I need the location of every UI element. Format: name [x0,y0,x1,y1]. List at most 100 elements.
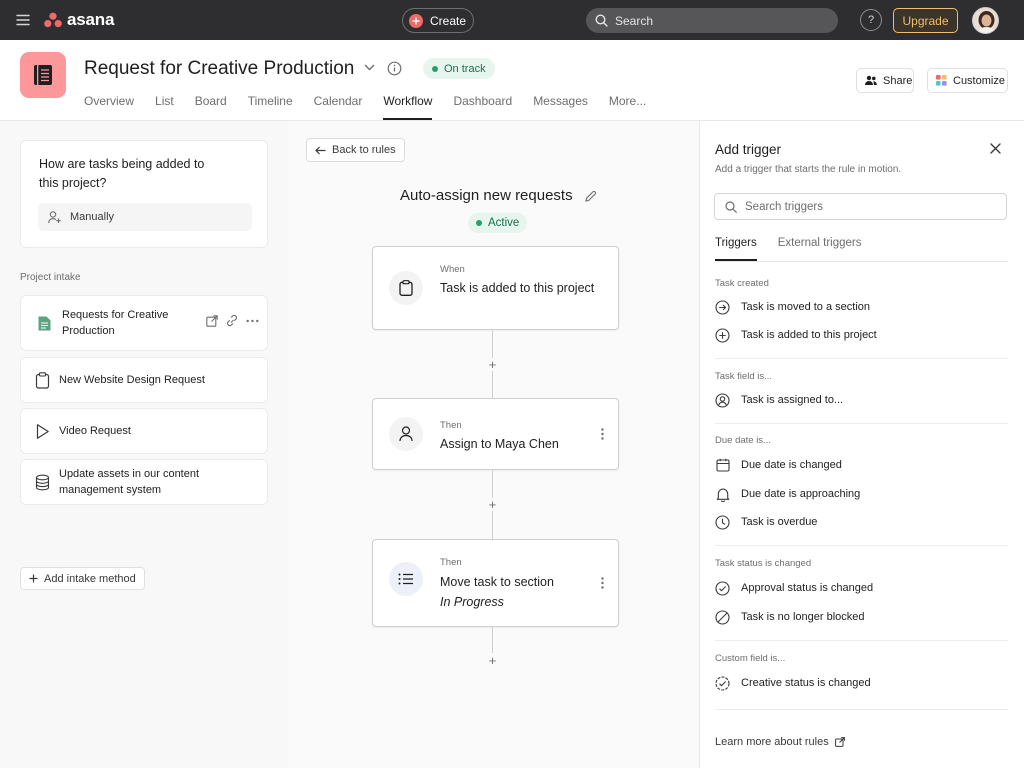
trigger-group-label: Due date is... [715,435,771,446]
panel-subtitle: Add a trigger that starts the rule in mo… [715,164,902,175]
project-status-badge[interactable]: On track [423,58,495,79]
trigger-added-to-project[interactable]: Task is added to this project [715,326,877,344]
step-kind-label: Then [440,420,462,431]
trigger-approval-status-changed[interactable]: Approval status is changed [715,579,873,597]
intake-item-website-request[interactable]: New Website Design Request [20,357,268,403]
tab-workflow[interactable]: Workflow [383,94,433,120]
tab-timeline[interactable]: Timeline [248,94,293,120]
person-add-icon [48,210,61,223]
search-label: Search [615,13,654,28]
user-avatar[interactable] [972,7,999,34]
more-horizontal-icon[interactable] [246,319,259,323]
customize-grid-icon [936,75,947,86]
pencil-icon[interactable] [584,190,597,203]
arrow-left-icon [315,146,326,154]
trigger-label: Task is added to this project [741,329,877,341]
tab-more[interactable]: More... [609,94,646,120]
group-divider [715,423,1008,424]
trigger-search-input[interactable] [745,200,985,213]
trigger-step-card[interactable]: When Task is added to this project [372,246,619,330]
tab-overview[interactable]: Overview [84,94,134,120]
check-circle-icon [715,580,730,596]
link-icon[interactable] [225,314,239,327]
action-step-card[interactable]: Then Assign to Maya Chen [372,398,619,470]
group-divider [715,545,1008,546]
search-icon [595,14,608,27]
trigger-search[interactable] [714,193,1007,220]
tab-board[interactable]: Board [195,94,227,120]
clipboard-icon [35,371,50,389]
more-vertical-icon[interactable] [601,577,604,589]
info-icon[interactable] [387,61,402,76]
trigger-group-label: Custom field is... [715,653,786,664]
bell-icon [715,487,730,502]
learn-more-link[interactable]: Learn more about rules [715,736,845,748]
trigger-assigned-to[interactable]: Task is assigned to... [715,391,843,409]
tab-triggers[interactable]: Triggers [715,237,757,261]
create-button[interactable]: Create [402,8,474,33]
intake-item-cms-update[interactable]: Update assets in our content management … [20,459,268,505]
tabs-divider [715,261,1008,262]
back-to-rules-button[interactable]: Back to rules [306,138,405,162]
trigger-due-date-approaching[interactable]: Due date is approaching [715,485,860,503]
logo-text: asana [67,10,115,29]
trigger-tabs: Triggers External triggers [715,237,882,261]
tab-dashboard[interactable]: Dashboard [453,94,512,120]
intake-item-label: Video Request [59,425,131,437]
chevron-down-icon[interactable] [364,64,375,71]
share-label: Share [883,74,913,87]
help-button[interactable]: ? [860,9,882,31]
upgrade-button[interactable]: Upgrade [893,8,958,33]
step-text: Move task to section In Progress [440,572,600,612]
intake-question: How are tasks being added to this projec… [39,157,205,190]
menu-icon[interactable] [16,13,30,27]
group-divider [715,709,1008,710]
add-step-button[interactable]: + [486,498,499,511]
step-text-section: In Progress [440,595,504,609]
project-tabs: Overview List Board Timeline Calendar Wo… [84,94,667,120]
step-text-main: Move task to section [440,575,554,589]
global-search[interactable]: Search [586,8,838,33]
add-intake-method-button[interactable]: Add intake method [20,567,145,590]
external-link-icon[interactable] [206,314,218,327]
plus-circle-icon [715,327,730,343]
learn-more-label: Learn more about rules [715,736,829,748]
database-icon [35,474,50,490]
flow-connector [492,627,493,653]
customize-label: Customize [953,74,1005,87]
trigger-creative-status-changed[interactable]: Creative status is changed [715,674,871,692]
intake-item-form[interactable]: Requests for Creative Production [20,295,268,351]
top-bar: asana Create Search ? Upgrade [0,0,1024,40]
step-kind-label: Then [440,557,462,568]
share-button[interactable]: Share [856,68,914,93]
intake-panel: How are tasks being added to this projec… [0,121,288,768]
manual-label: Manually [70,211,115,223]
trigger-moved-to-section[interactable]: Task is moved to a section [715,298,870,316]
trigger-no-longer-blocked[interactable]: Task is no longer blocked [715,608,865,626]
trigger-task-overdue[interactable]: Task is overdue [715,513,817,531]
add-step-button[interactable]: + [486,654,499,667]
status-dot-icon [476,220,482,226]
action-step-card[interactable]: Then Move task to section In Progress [372,539,619,627]
trigger-label: Creative status is changed [741,677,871,689]
add-step-button[interactable]: + [486,358,499,371]
project-icon[interactable] [20,52,66,98]
intake-item-video-request[interactable]: Video Request [20,408,268,454]
project-title[interactable]: Request for Creative Production [84,58,354,80]
rule-title[interactable]: Auto-assign new requests [400,187,573,204]
asana-logo[interactable]: asana [44,10,114,30]
tab-calendar[interactable]: Calendar [314,94,363,120]
manual-intake-option[interactable]: Manually [38,203,252,231]
step-text: Task is added to this project [440,281,595,295]
add-trigger-panel: Add trigger Add a trigger that starts th… [699,121,1024,768]
tab-external-triggers[interactable]: External triggers [778,237,862,261]
tab-list[interactable]: List [155,94,174,120]
intake-question-card: How are tasks being added to this projec… [20,140,268,248]
trigger-due-date-changed[interactable]: Due date is changed [715,456,842,474]
step-kind-label: When [440,264,465,275]
customize-button[interactable]: Customize [927,68,1008,93]
intake-item-label: Update assets in our content management … [59,468,200,496]
close-icon[interactable] [990,143,1001,154]
tab-messages[interactable]: Messages [533,94,588,120]
more-vertical-icon[interactable] [601,428,604,440]
